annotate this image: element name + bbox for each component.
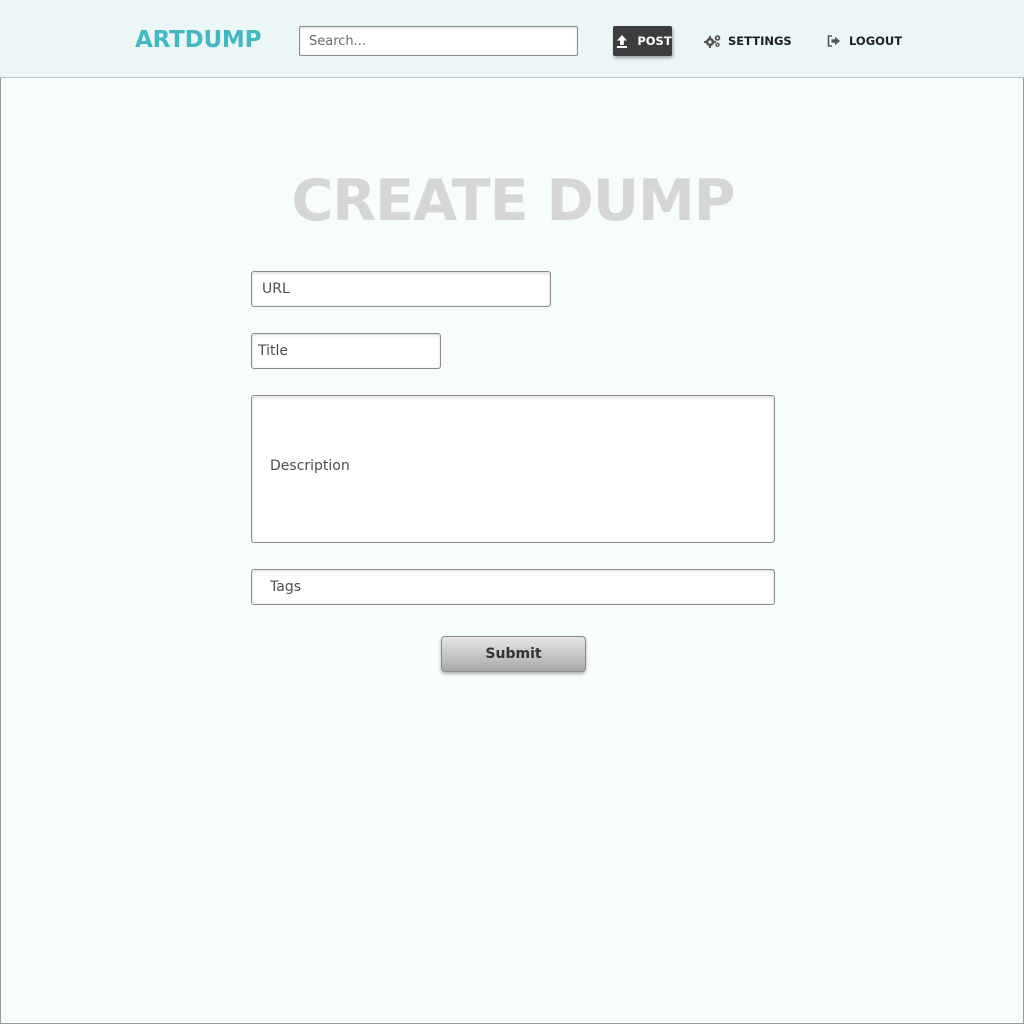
search-input[interactable] (299, 26, 578, 56)
tags-field[interactable] (251, 569, 775, 605)
title-field[interactable] (251, 333, 441, 369)
upload-icon (613, 34, 631, 48)
logout-button-label: LOGOUT (849, 34, 903, 48)
settings-button[interactable]: SETTINGS (704, 26, 792, 56)
post-button-label: POST (637, 34, 672, 48)
submit-button[interactable]: Submit (441, 636, 586, 672)
description-field[interactable] (251, 395, 775, 543)
gears-icon (704, 34, 722, 48)
logout-icon (825, 34, 843, 48)
settings-button-label: SETTINGS (728, 34, 792, 48)
post-button[interactable]: POST (613, 26, 672, 56)
site-logo[interactable]: ARTDUMP (135, 27, 261, 53)
main-content: CREATE DUMP Submit (0, 78, 1024, 1024)
top-nav-bar: ARTDUMP POST (0, 0, 1024, 78)
page-title: CREATE DUMP (291, 168, 735, 234)
url-field[interactable] (251, 271, 551, 307)
logout-button[interactable]: LOGOUT (825, 26, 902, 56)
